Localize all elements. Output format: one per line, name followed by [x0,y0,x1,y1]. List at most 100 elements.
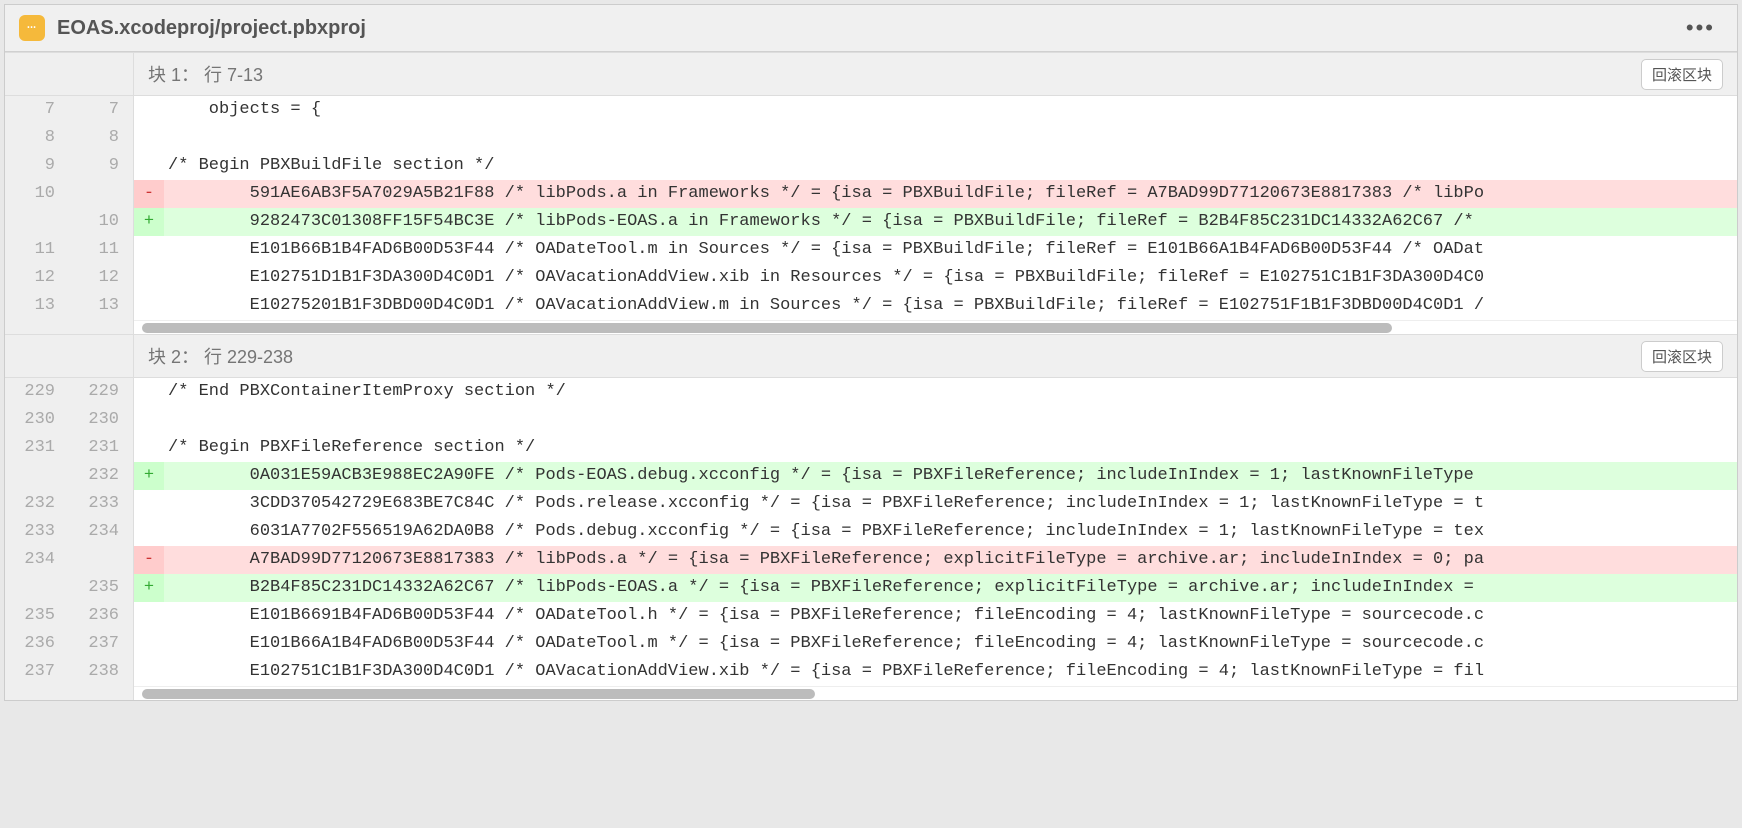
code-line[interactable]: objects = { [134,96,1737,124]
diff-sign [134,406,164,434]
diff-sign [134,96,164,124]
code-line[interactable]: E101B6691B4FAD6B00D53F44 /* OADateTool.h… [134,602,1737,630]
new-line-number [69,180,133,208]
code-line[interactable]: E101B66B1B4FAD6B00D53F44 /* OADateTool.m… [134,236,1737,264]
code-text: 3CDD370542729E683BE7C84C /* Pods.release… [164,490,1484,518]
old-line-number: 230 [5,406,69,434]
horizontal-scrollbar[interactable] [134,686,1737,700]
code-line[interactable]: 6031A7702F556519A62DA0B8 /* Pods.debug.x… [134,518,1737,546]
old-line-number: 233 [5,518,69,546]
code-text: E101B66B1B4FAD6B00D53F44 /* OADateTool.m… [164,236,1484,264]
code-line[interactable]: + 0A031E59ACB3E988EC2A90FE /* Pods-EOAS.… [134,462,1737,490]
new-line-number: 7 [69,96,133,124]
file-path[interactable]: EOAS.xcodeproj/project.pbxproj [57,17,366,40]
old-line-number: 232 [5,490,69,518]
code-line[interactable]: - 591AE6AB3F5A7029A5B21F88 /* libPods.a … [134,180,1737,208]
old-line-number [5,462,69,490]
diff-sign [134,630,164,658]
new-line-number: 238 [69,658,133,686]
hunk-title: 块 2： 行 229-238 [148,343,293,369]
diff-sign [134,434,164,462]
code-text: /* Begin PBXBuildFile section */ [164,152,494,180]
code-line[interactable] [134,406,1737,434]
code-text: E10275201B1F3DBD00D4C0D1 /* OAVacationAd… [164,292,1484,320]
diff-sign [134,490,164,518]
plus-icon: + [134,208,164,236]
code-line[interactable]: 3CDD370542729E683BE7C84C /* Pods.release… [134,490,1737,518]
old-line-number: 229 [5,378,69,406]
code-text: objects = { [164,96,321,124]
code-text: A7BAD99D77120673E8817383 /* libPods.a */… [164,546,1484,574]
code-line[interactable]: E101B66A1B4FAD6B00D53F44 /* OADateTool.m… [134,630,1737,658]
old-line-number [5,574,69,602]
new-line-number: 11 [69,236,133,264]
code-text [164,124,168,152]
horizontal-scrollbar[interactable] [134,320,1737,334]
new-line-number: 9 [69,152,133,180]
code-text: E101B66A1B4FAD6B00D53F44 /* OADateTool.m… [164,630,1484,658]
diff-sign [134,152,164,180]
minus-icon: - [134,546,164,574]
hunk-content: 块 1： 行 7-13回滚区块 objects = { /* Begin PBX… [134,52,1737,334]
new-line-number: 229 [69,378,133,406]
code-text: /* Begin PBXFileReference section */ [164,434,535,462]
diff-viewer: ••• EOAS.xcodeproj/project.pbxproj ••• 7… [4,4,1738,701]
hunk-block: 7788991010111112121313块 1： 行 7-13回滚区块 ob… [5,52,1737,334]
hunk-header: 块 2： 行 229-238 回滚区块 [134,334,1737,378]
code-line[interactable]: /* Begin PBXFileReference section */ [134,434,1737,462]
new-line-number: 230 [69,406,133,434]
diff-sign [134,518,164,546]
old-line-number: 9 [5,152,69,180]
code-text: E102751D1B1F3DA300D4C0D1 /* OAVacationAd… [164,264,1484,292]
code-text: 9282473C01308FF15F54BC3E /* libPods-EOAS… [164,208,1474,236]
old-line-number: 236 [5,630,69,658]
old-line-number: 12 [5,264,69,292]
diff-sign [134,124,164,152]
plus-icon: + [134,462,164,490]
new-line-number: 8 [69,124,133,152]
new-line-number: 10 [69,208,133,236]
scrollbar-thumb[interactable] [142,323,1392,333]
code-text: E102751C1B1F3DA300D4C0D1 /* OAVacationAd… [164,658,1484,686]
line-number-gutter: 2292292302302312312322322332332342342352… [5,334,134,700]
code-text: /* End PBXContainerItemProxy section */ [164,378,566,406]
new-line-number: 231 [69,434,133,462]
code-line[interactable]: E10275201B1F3DBD00D4C0D1 /* OAVacationAd… [134,292,1737,320]
hunk-content: 块 2： 行 229-238 回滚区块 /* End PBXContainerIt… [134,334,1737,700]
new-line-number: 13 [69,292,133,320]
code-line[interactable]: E102751D1B1F3DA300D4C0D1 /* OAVacationAd… [134,264,1737,292]
code-line[interactable]: + B2B4F85C231DC14332A62C67 /* libPods-EO… [134,574,1737,602]
diff-sign [134,292,164,320]
code-line[interactable]: E102751C1B1F3DA300D4C0D1 /* OAVacationAd… [134,658,1737,686]
file-header: ••• EOAS.xcodeproj/project.pbxproj ••• [5,5,1737,52]
new-line-number [69,546,133,574]
code-text: 591AE6AB3F5A7029A5B21F88 /* libPods.a in… [164,180,1484,208]
old-line-number [5,208,69,236]
plus-icon: + [134,574,164,602]
old-line-number: 10 [5,180,69,208]
code-text: E101B6691B4FAD6B00D53F44 /* OADateTool.h… [164,602,1484,630]
scrollbar-thumb[interactable] [142,689,815,699]
old-line-number: 13 [5,292,69,320]
code-line[interactable]: /* Begin PBXBuildFile section */ [134,152,1737,180]
old-line-number: 235 [5,602,69,630]
code-text: 6031A7702F556519A62DA0B8 /* Pods.debug.x… [164,518,1484,546]
hunk-header: 块 1： 行 7-13回滚区块 [134,52,1737,96]
new-line-number: 12 [69,264,133,292]
old-line-number: 231 [5,434,69,462]
old-line-number: 237 [5,658,69,686]
code-line[interactable] [134,124,1737,152]
code-line[interactable]: /* End PBXContainerItemProxy section */ [134,378,1737,406]
code-line[interactable]: - A7BAD99D77120673E8817383 /* libPods.a … [134,546,1737,574]
new-line-number: 234 [69,518,133,546]
old-line-number: 11 [5,236,69,264]
code-text: 0A031E59ACB3E988EC2A90FE /* Pods-EOAS.de… [164,462,1474,490]
diff-sign [134,378,164,406]
new-line-number: 233 [69,490,133,518]
rollback-hunk-button[interactable]: 回滚区块 [1641,341,1723,372]
file-type-icon: ••• [19,15,45,41]
code-line[interactable]: + 9282473C01308FF15F54BC3E /* libPods-EO… [134,208,1737,236]
more-icon[interactable]: ••• [1678,15,1723,41]
code-text [164,406,168,434]
rollback-hunk-button[interactable]: 回滚区块 [1641,59,1723,90]
